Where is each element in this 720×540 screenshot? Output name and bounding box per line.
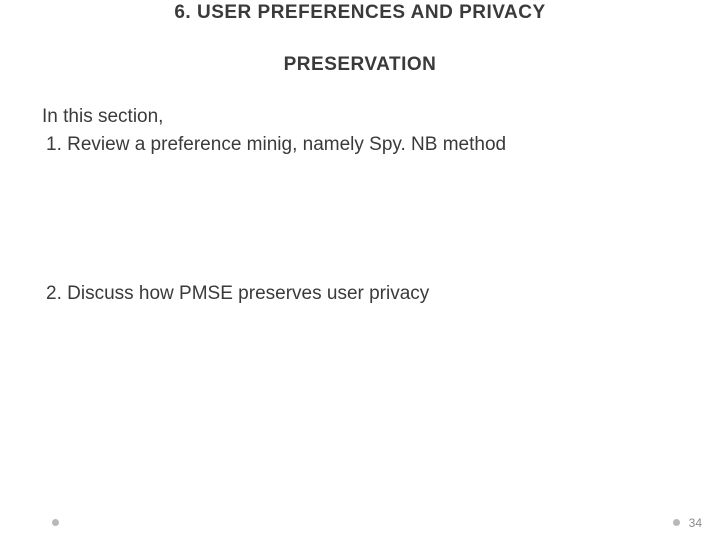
footer-bullet-icon [673,519,680,526]
intro-text: In this section, [42,104,678,130]
list-item: 1. Review a preference minig, namely Spy… [42,132,678,158]
footer-bullet-icon [52,519,59,526]
page-number: 34 [689,516,702,530]
slide-footer: 34 [0,508,720,528]
slide-title-line2: PRESERVATION [0,54,720,76]
list-item: 2. Discuss how PMSE preserves user priva… [42,281,678,307]
slide-title-line1: 6. USER PREFERENCES AND PRIVACY [0,0,720,24]
slide-body: In this section, 1. Review a preference … [0,104,720,307]
